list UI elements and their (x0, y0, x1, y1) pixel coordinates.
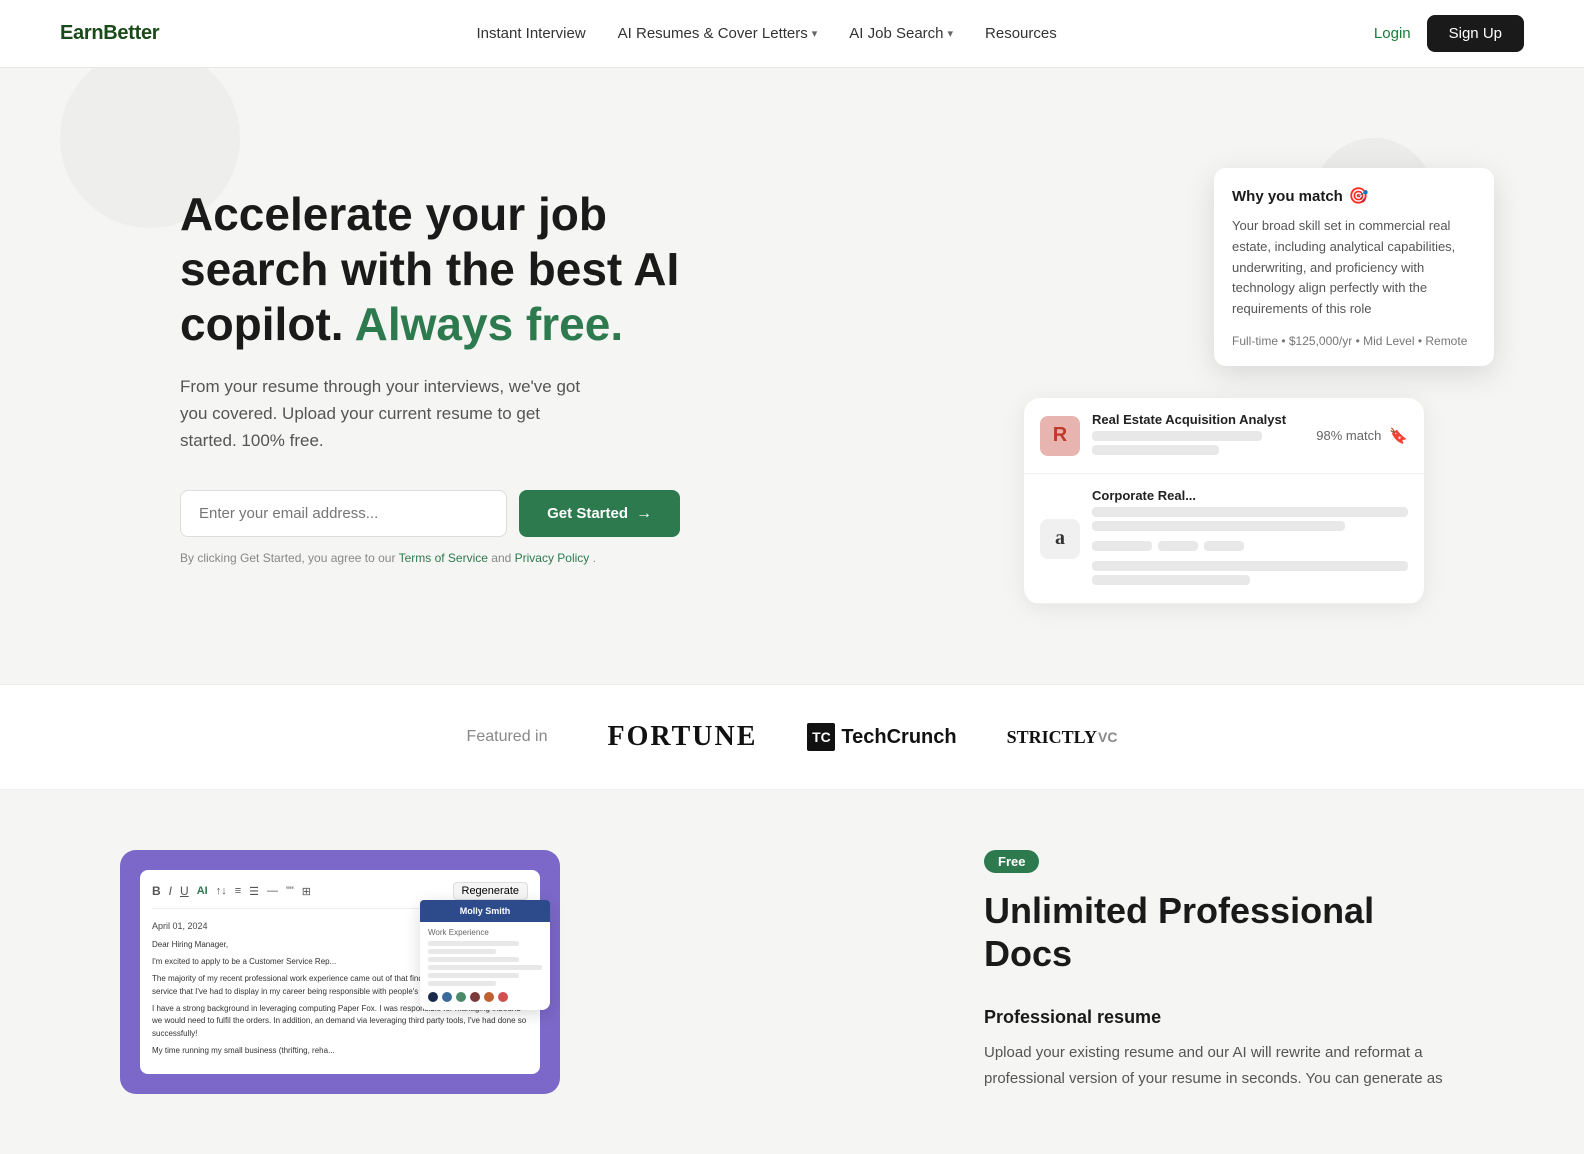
toolbar-italic[interactable]: I (169, 884, 172, 898)
featured-section: Featured in FORTUNE TC TechCrunch STRICT… (0, 684, 1584, 790)
nav-actions: Login Sign Up (1374, 15, 1524, 52)
chevron-down-icon: ▾ (812, 27, 818, 40)
resume-line (428, 949, 496, 954)
target-icon: 🎯 (1349, 186, 1369, 206)
job-card-row-1: R Real Estate Acquisition Analyst 98% ma… (1024, 398, 1424, 474)
hero-title-accent: Always free. (355, 298, 623, 350)
login-button[interactable]: Login (1374, 25, 1411, 42)
email-form: Get Started → (180, 490, 680, 537)
resume-preview: Molly Smith Work Experience (420, 900, 550, 1010)
terms-text: By clicking Get Started, you agree to ou… (180, 551, 680, 565)
toolbar-bold[interactable]: B (152, 884, 161, 898)
toolbar-underline[interactable]: U (180, 884, 189, 898)
toolbar-quote[interactable]: "" (286, 885, 294, 897)
docs-right-content: Free Unlimited Professional Docs Profess… (984, 850, 1464, 1091)
resume-header: Molly Smith (420, 900, 550, 922)
toolbar-list[interactable]: ≡ (235, 885, 241, 897)
popover-meta: Full-time • $125,000/yr • Mid Level • Re… (1232, 334, 1476, 348)
terms-of-service-link[interactable]: Terms of Service (399, 551, 488, 565)
hero-illustration: Why you match 🎯 Your broad skill set in … (1024, 148, 1464, 604)
toolbar-ai[interactable]: AI (197, 885, 208, 897)
hero-section: Accelerate your job search with the best… (0, 68, 1584, 684)
color-palette (428, 992, 542, 1002)
color-option[interactable] (442, 992, 452, 1002)
professional-resume-description: Upload your existing resume and our AI w… (984, 1040, 1464, 1091)
regenerate-button[interactable]: Regenerate (453, 882, 529, 900)
vc-text: VC (1098, 729, 1117, 745)
featured-label: Featured in (467, 728, 548, 746)
featured-logos: FORTUNE TC TechCrunch STRICTLY VC (607, 721, 1117, 753)
color-option[interactable] (498, 992, 508, 1002)
nav-ai-job-search[interactable]: AI Job Search ▾ (849, 25, 953, 42)
skeleton-bar (1092, 541, 1152, 551)
toolbar-format[interactable]: ↑↓ (216, 885, 227, 897)
strictlyvc-logo: STRICTLY VC (1007, 727, 1118, 748)
skeleton-bar (1204, 541, 1244, 551)
skeleton-bar (1092, 575, 1250, 585)
tc-icon: TC (807, 723, 835, 751)
color-option[interactable] (484, 992, 494, 1002)
resume-subtitle: Work Experience (428, 928, 542, 937)
nav-resources[interactable]: Resources (985, 25, 1057, 42)
free-badge: Free (984, 850, 1039, 873)
company-logo-r: R (1040, 416, 1080, 456)
bookmark-icon[interactable]: 🔖 (1389, 427, 1408, 445)
job-title-2: Corporate Real... (1092, 488, 1408, 503)
skeleton-bar (1092, 445, 1219, 455)
match-percentage: 98% match 🔖 (1316, 427, 1408, 445)
arrow-icon: → (636, 505, 652, 523)
lower-section: B I U AI ↑↓ ≡ ☰ — "" ⊞ Regenerate April … (0, 790, 1584, 1154)
job-card-info-1: Real Estate Acquisition Analyst (1092, 412, 1304, 459)
job-card-info-2: Corporate Real... (1092, 488, 1408, 589)
skeleton-bar (1158, 541, 1198, 551)
docs-screenshot: B I U AI ↑↓ ≡ ☰ — "" ⊞ Regenerate April … (120, 850, 560, 1094)
skeleton-bar (1092, 431, 1262, 441)
toolbar-indent[interactable]: ☰ (249, 885, 259, 898)
signup-button[interactable]: Sign Up (1427, 15, 1524, 52)
skeleton-bar (1092, 561, 1408, 571)
why-you-match-popover: Why you match 🎯 Your broad skill set in … (1214, 168, 1494, 366)
color-option[interactable] (470, 992, 480, 1002)
nav-ai-resumes[interactable]: AI Resumes & Cover Letters ▾ (618, 25, 818, 42)
hero-content-left: Accelerate your job search with the best… (180, 187, 680, 565)
professional-resume-subtitle: Professional resume (984, 1007, 1464, 1028)
chevron-down-icon: ▾ (948, 27, 954, 40)
color-option[interactable] (456, 992, 466, 1002)
resume-line (428, 965, 542, 970)
resume-line (428, 973, 519, 978)
company-logo-amazon: a (1040, 519, 1080, 559)
resume-line (428, 957, 519, 962)
color-option[interactable] (428, 992, 438, 1002)
popover-header: Why you match 🎯 (1232, 186, 1476, 206)
toolbar-divider[interactable]: — (267, 885, 278, 897)
resume-line (428, 981, 496, 986)
hero-title: Accelerate your job search with the best… (180, 187, 680, 353)
get-started-button[interactable]: Get Started → (519, 490, 680, 537)
job-card-row-2: a Corporate Real... (1024, 474, 1424, 604)
skeleton-bar (1092, 507, 1408, 517)
job-listing-card: R Real Estate Acquisition Analyst 98% ma… (1024, 398, 1424, 604)
toolbar-table[interactable]: ⊞ (302, 885, 311, 898)
popover-body: Your broad skill set in commercial real … (1232, 216, 1476, 320)
navbar: EarnBetter Instant Interview AI Resumes … (0, 0, 1584, 68)
techcrunch-logo: TC TechCrunch (807, 723, 956, 751)
nav-links: Instant Interview AI Resumes & Cover Let… (476, 25, 1056, 42)
job-title-1: Real Estate Acquisition Analyst (1092, 412, 1304, 427)
hero-subtitle: From your resume through your interviews… (180, 373, 600, 455)
docs-title: Unlimited Professional Docs (984, 889, 1464, 975)
nav-instant-interview[interactable]: Instant Interview (476, 25, 585, 42)
email-input[interactable] (180, 490, 507, 537)
letter-para4: My time running my small business (thrif… (152, 1045, 528, 1058)
privacy-policy-link[interactable]: Privacy Policy (515, 551, 590, 565)
fortune-logo: FORTUNE (607, 721, 757, 753)
brand-logo[interactable]: EarnBetter (60, 22, 159, 45)
resume-line (428, 941, 519, 946)
skeleton-bar (1092, 521, 1345, 531)
